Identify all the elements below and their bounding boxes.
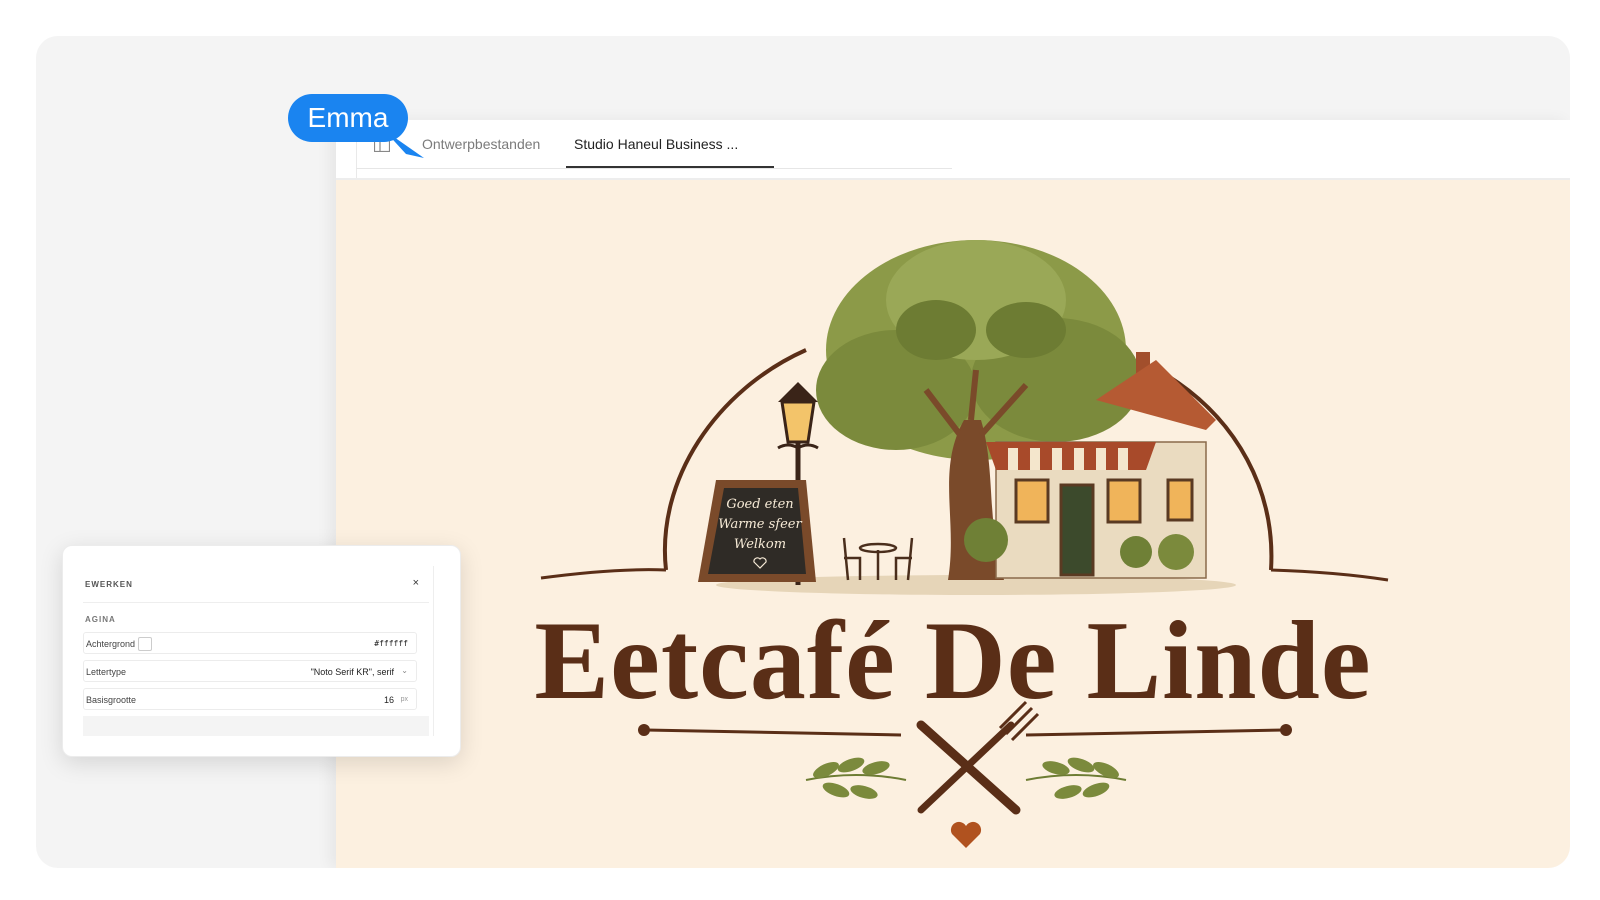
chevron-down-icon[interactable]: ⌄: [401, 666, 408, 675]
arch-base-right: [1270, 568, 1389, 582]
background-label: Achtergrond: [86, 639, 136, 649]
arch-base-left: [540, 568, 667, 580]
bistro-table: [842, 537, 914, 581]
heart-icon: [950, 821, 982, 848]
color-swatch[interactable]: [138, 637, 152, 651]
font-label: Lettertype: [86, 667, 127, 677]
design-canvas[interactable]: Goed eten Warme sfeer Welkom Eetcafé De …: [336, 180, 1570, 868]
laurel-left: [805, 757, 907, 799]
board-line-1: Goed eten: [726, 497, 793, 512]
base-size-unit: px: [400, 696, 408, 703]
collaborator-cursor-label: Emma: [288, 94, 408, 142]
close-icon[interactable]: ×: [413, 577, 419, 589]
properties-footer: [83, 716, 429, 736]
board-line-3: Welkom: [734, 537, 786, 552]
base-size-label: Basisgrootte: [86, 695, 137, 705]
tab-bar: Ontwerpbestanden Studio Haneul Business …: [356, 120, 952, 169]
font-value[interactable]: "Noto Serif KR", serif: [311, 667, 394, 677]
properties-panel: EWERKEN × AGINA Achtergrond #ffffff Lett…: [62, 545, 461, 757]
base-size-field[interactable]: Basisgrootte 16 px: [83, 688, 417, 710]
properties-title: EWERKEN: [85, 580, 133, 589]
properties-header: EWERKEN ×: [83, 566, 429, 603]
background-color-field[interactable]: Achtergrond #ffffff: [83, 632, 417, 654]
section-label-page: AGINA: [85, 615, 116, 624]
base-size-value[interactable]: 16: [384, 695, 394, 705]
cafe-logo: Goed eten Warme sfeer Welkom Eetcafé De …: [534, 240, 1389, 848]
tab-design-files[interactable]: Ontwerpbestanden: [422, 120, 540, 168]
font-family-select[interactable]: Lettertype "Noto Serif KR", serif ⌄: [83, 660, 417, 682]
properties-panel-body: EWERKEN × AGINA Achtergrond #ffffff Lett…: [83, 566, 434, 736]
tab-active-document[interactable]: Studio Haneul Business ...: [566, 120, 774, 168]
board-line-2: Warme sfeer: [718, 517, 802, 532]
chalkboard-sign: Goed eten Warme sfeer Welkom: [698, 480, 816, 582]
background-value[interactable]: #ffffff: [374, 639, 408, 648]
logo-title: Eetcafé De Linde: [534, 599, 1371, 723]
editor-window: Ontwerpbestanden Studio Haneul Business …: [336, 120, 1570, 868]
laurel-right: [1025, 757, 1127, 799]
